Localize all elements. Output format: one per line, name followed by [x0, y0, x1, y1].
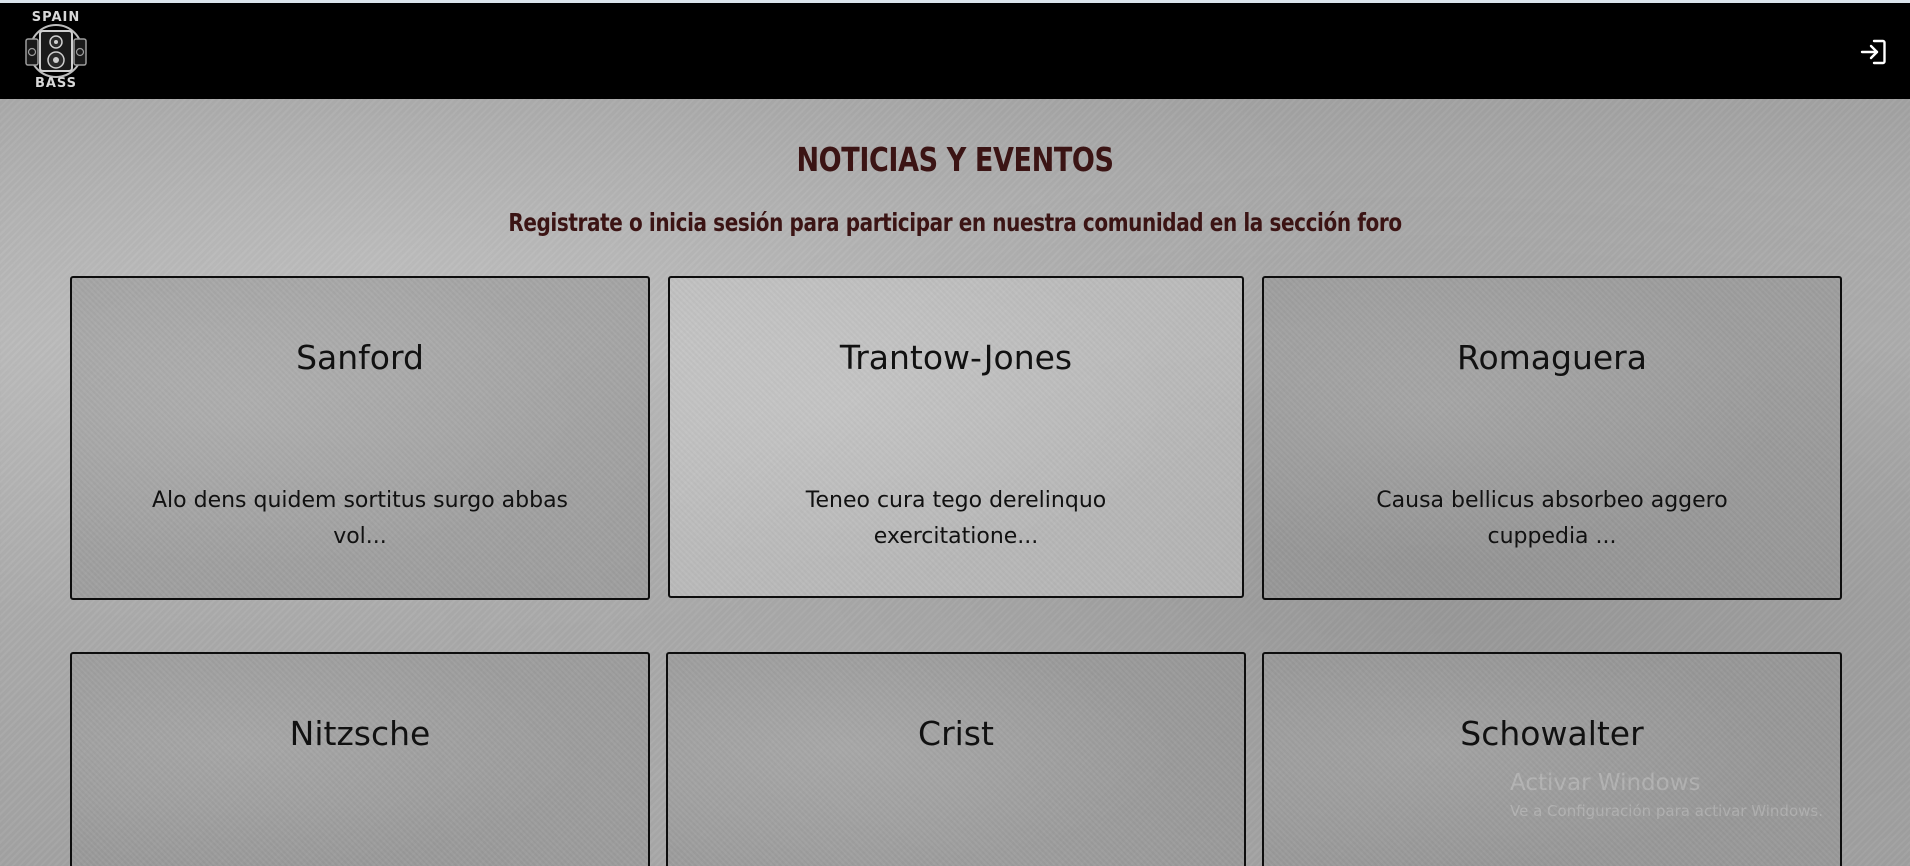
- card-title: Schowalter: [1460, 714, 1644, 753]
- news-card-crist[interactable]: Crist: [666, 652, 1246, 866]
- news-card-trantow-jones[interactable]: Trantow-Jones Teneo cura tego derelinquo…: [668, 276, 1244, 598]
- card-description: Teneo cura tego derelinquo exercitatione…: [805, 488, 1107, 549]
- page-title: NOTICIAS Y EVENTOS: [796, 140, 1114, 179]
- card-description: Alo dens quidem sortitus surgo abbas vol…: [151, 488, 569, 549]
- page-subtitle: Registrate o inicia sesión para particip…: [508, 208, 1402, 237]
- windows-activation-watermark: Activar Windows Ve a Configuración para …: [1510, 770, 1823, 820]
- card-title: Sanford: [296, 338, 424, 377]
- news-card-sanford[interactable]: Sanford Alo dens quidem sortitus surgo a…: [70, 276, 650, 600]
- card-description: Causa bellicus absorbeo aggero cuppedia …: [1376, 488, 1728, 549]
- news-card-schowalter[interactable]: Schowalter: [1262, 652, 1842, 866]
- news-card-nitzsche[interactable]: Nitzsche: [70, 652, 650, 866]
- watermark-subtitle: Ve a Configuración para activar Windows.: [1510, 802, 1823, 820]
- logo-text-bottom: BASS: [34, 76, 78, 91]
- navbar: SPAIN BASS: [0, 3, 1910, 99]
- news-card-romaguera[interactable]: Romaguera Causa bellicus absorbeo aggero…: [1262, 276, 1842, 600]
- login-button[interactable]: [1858, 37, 1888, 67]
- card-title: Trantow-Jones: [839, 338, 1073, 377]
- login-icon: [1860, 39, 1886, 65]
- spain-bass-logo[interactable]: SPAIN BASS: [16, 9, 96, 93]
- card-title: Romaguera: [1457, 338, 1647, 377]
- logo-text-top: SPAIN: [31, 10, 81, 25]
- card-title: Crist: [918, 714, 994, 753]
- card-title: Nitzsche: [289, 714, 431, 753]
- watermark-title: Activar Windows: [1510, 770, 1701, 796]
